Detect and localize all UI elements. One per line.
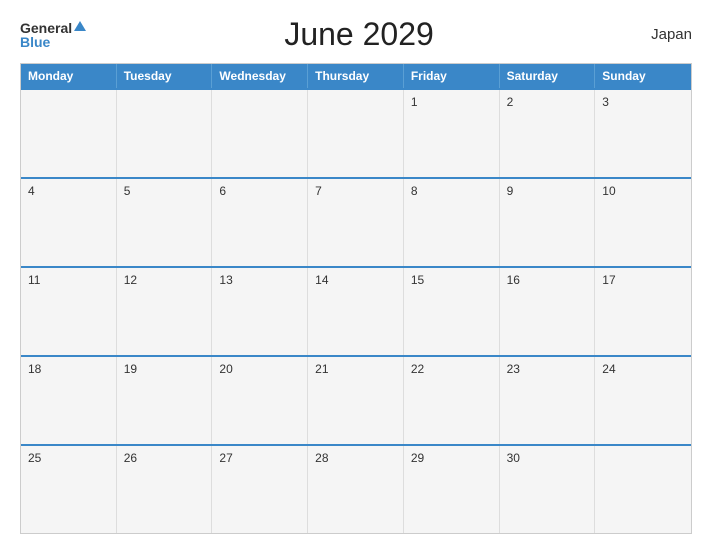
day-number: 23	[507, 362, 520, 376]
calendar: MondayTuesdayWednesdayThursdayFridaySatu…	[20, 63, 692, 534]
page: General Blue June 2029 Japan MondayTuesd…	[0, 0, 712, 550]
calendar-day: 7	[308, 179, 404, 266]
weekday-header: Tuesday	[117, 64, 213, 88]
calendar-day	[308, 90, 404, 177]
calendar-day	[21, 90, 117, 177]
calendar-week: 18 19 20 21 22 23 24	[21, 355, 691, 444]
calendar-day: 24	[595, 357, 691, 444]
calendar-day	[595, 446, 691, 533]
calendar-day: 14	[308, 268, 404, 355]
day-number: 9	[507, 184, 514, 198]
day-number: 13	[219, 273, 232, 287]
calendar-day: 25	[21, 446, 117, 533]
day-number: 1	[411, 95, 418, 109]
calendar-day: 22	[404, 357, 500, 444]
weekday-header: Wednesday	[212, 64, 308, 88]
day-number: 2	[507, 95, 514, 109]
day-number: 3	[602, 95, 609, 109]
day-number: 7	[315, 184, 322, 198]
calendar-day: 9	[500, 179, 596, 266]
calendar-day	[117, 90, 213, 177]
calendar-week: 1 2 3	[21, 88, 691, 177]
calendar-day: 10	[595, 179, 691, 266]
day-number: 6	[219, 184, 226, 198]
logo-blue-text: Blue	[20, 35, 50, 49]
calendar-title: June 2029	[86, 16, 632, 53]
country-label: Japan	[632, 26, 692, 43]
day-number: 11	[28, 273, 40, 287]
calendar-day: 3	[595, 90, 691, 177]
calendar-day: 27	[212, 446, 308, 533]
calendar-body: 1234567891011121314151617181920212223242…	[21, 88, 691, 533]
day-number: 16	[507, 273, 520, 287]
calendar-week: 4 5 6 7 8 9 10	[21, 177, 691, 266]
day-number: 5	[124, 184, 131, 198]
day-number: 21	[315, 362, 328, 376]
calendar-day: 21	[308, 357, 404, 444]
weekday-header: Thursday	[308, 64, 404, 88]
header: General Blue June 2029 Japan	[20, 16, 692, 53]
calendar-day: 29	[404, 446, 500, 533]
weekday-header: Sunday	[595, 64, 691, 88]
logo-general-text: General	[20, 21, 72, 35]
day-number: 15	[411, 273, 424, 287]
calendar-day: 16	[500, 268, 596, 355]
calendar-day: 12	[117, 268, 213, 355]
day-number: 24	[602, 362, 615, 376]
calendar-day: 6	[212, 179, 308, 266]
calendar-day: 18	[21, 357, 117, 444]
calendar-day	[212, 90, 308, 177]
calendar-week: 11 12 13 14 15 16 17	[21, 266, 691, 355]
calendar-header: MondayTuesdayWednesdayThursdayFridaySatu…	[21, 64, 691, 88]
calendar-day: 30	[500, 446, 596, 533]
calendar-day: 15	[404, 268, 500, 355]
day-number: 14	[315, 273, 328, 287]
calendar-day: 5	[117, 179, 213, 266]
day-number: 25	[28, 451, 41, 465]
weekday-header: Saturday	[500, 64, 596, 88]
day-number: 19	[124, 362, 137, 376]
weekday-header: Friday	[404, 64, 500, 88]
day-number: 20	[219, 362, 232, 376]
calendar-day: 13	[212, 268, 308, 355]
day-number: 4	[28, 184, 35, 198]
calendar-day: 1	[404, 90, 500, 177]
day-number: 17	[602, 273, 615, 287]
calendar-day: 17	[595, 268, 691, 355]
logo-triangle-icon	[74, 21, 86, 31]
day-number: 28	[315, 451, 328, 465]
calendar-day: 20	[212, 357, 308, 444]
calendar-day: 8	[404, 179, 500, 266]
calendar-day: 4	[21, 179, 117, 266]
calendar-day: 2	[500, 90, 596, 177]
day-number: 12	[124, 273, 137, 287]
calendar-day: 19	[117, 357, 213, 444]
day-number: 22	[411, 362, 424, 376]
calendar-week: 25 26 27 28 29 30	[21, 444, 691, 533]
calendar-day: 26	[117, 446, 213, 533]
day-number: 30	[507, 451, 520, 465]
day-number: 29	[411, 451, 424, 465]
day-number: 10	[602, 184, 615, 198]
day-number: 27	[219, 451, 232, 465]
calendar-day: 23	[500, 357, 596, 444]
calendar-day: 28	[308, 446, 404, 533]
day-number: 26	[124, 451, 137, 465]
logo: General Blue	[20, 21, 86, 49]
calendar-day: 11	[21, 268, 117, 355]
day-number: 18	[28, 362, 41, 376]
day-number: 8	[411, 184, 418, 198]
weekday-header: Monday	[21, 64, 117, 88]
